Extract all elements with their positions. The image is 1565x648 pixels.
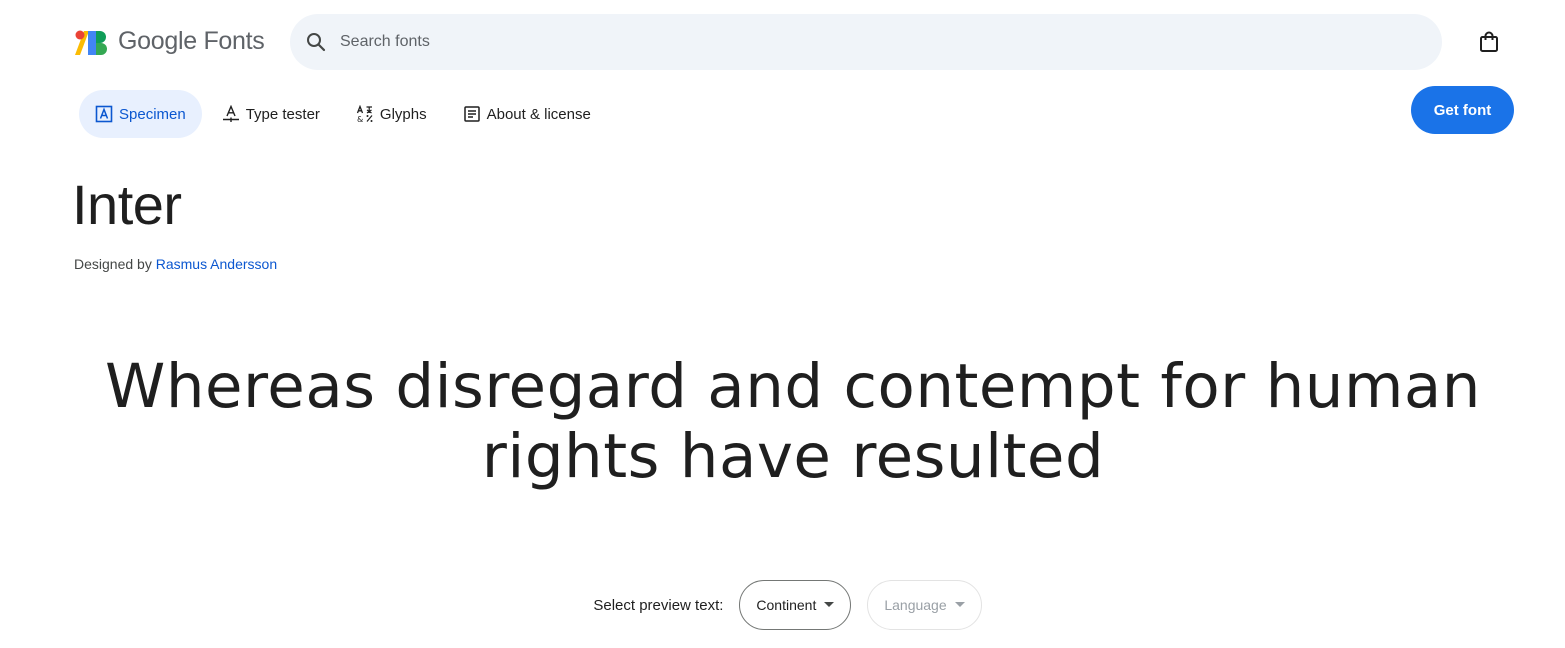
specimen-icon xyxy=(95,105,113,123)
page: Google Fonts Specimen Type xyxy=(0,0,1565,648)
language-dropdown[interactable]: Language xyxy=(867,580,982,630)
search-input[interactable] xyxy=(338,21,1422,63)
tab-about-license[interactable]: About & license xyxy=(447,90,607,138)
google-fonts-logo[interactable]: Google Fonts xyxy=(74,27,265,56)
svg-text:&: & xyxy=(357,115,363,123)
chevron-down-icon xyxy=(954,602,965,607)
tab-type-tester-label: Type tester xyxy=(245,105,320,123)
specimen-tabs: Specimen Type tester & Glyphs About & li… xyxy=(79,90,607,138)
shopping-bag-icon xyxy=(1480,31,1498,52)
font-preview-text[interactable]: Whereas disregard and contempt for human… xyxy=(80,352,1506,492)
language-dropdown-label: Language xyxy=(884,597,947,613)
google-fonts-logo-icon xyxy=(75,30,107,55)
preview-selector-label: Select preview text: xyxy=(593,596,724,614)
get-font-button[interactable]: Get font xyxy=(1411,86,1514,134)
logo-text: Google Fonts xyxy=(118,27,265,55)
designer-link[interactable]: Rasmus Andersson xyxy=(156,256,277,272)
article-icon xyxy=(463,106,480,122)
tab-glyphs[interactable]: & Glyphs xyxy=(340,90,443,138)
continent-dropdown-label: Continent xyxy=(756,597,817,613)
glyphs-icon: & xyxy=(356,105,373,123)
search-icon xyxy=(307,33,326,52)
tab-about-license-label: About & license xyxy=(486,105,591,123)
font-name-title: Inter xyxy=(72,173,182,236)
type-tester-icon xyxy=(222,105,239,122)
chevron-down-icon xyxy=(824,602,835,607)
tab-type-tester[interactable]: Type tester xyxy=(206,90,336,138)
tab-specimen[interactable]: Specimen xyxy=(79,90,202,138)
designer-line: Designed by Rasmus Andersson xyxy=(74,256,277,272)
continent-dropdown[interactable]: Continent xyxy=(739,580,852,630)
designed-by-label: Designed by xyxy=(74,256,152,272)
shopping-bag-button[interactable] xyxy=(1475,28,1503,56)
search-bar[interactable] xyxy=(290,14,1442,70)
tab-specimen-label: Specimen xyxy=(119,105,186,123)
tab-glyphs-label: Glyphs xyxy=(379,105,427,123)
preview-text-selector: Select preview text: Continent Language xyxy=(0,580,1565,630)
